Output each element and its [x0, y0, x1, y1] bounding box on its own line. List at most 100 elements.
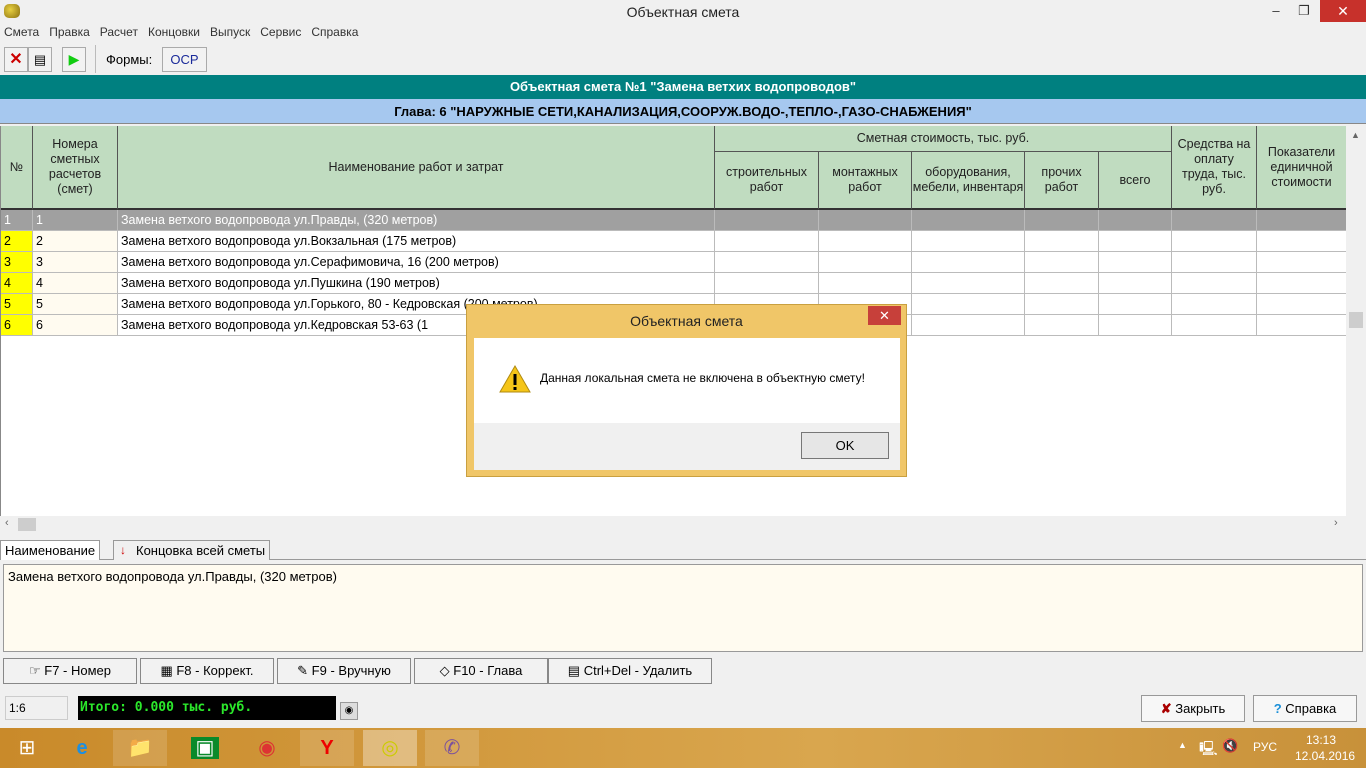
- value-cell[interactable]: [1025, 294, 1099, 315]
- value-cell[interactable]: [1025, 273, 1099, 294]
- store-icon[interactable]: ▣: [178, 730, 232, 766]
- name-cell[interactable]: Замена ветхого водопровода ул.Вокзальная…: [118, 231, 715, 252]
- hscroll-thumb[interactable]: [18, 518, 36, 531]
- calc-number-cell[interactable]: 3: [33, 252, 118, 273]
- value-cell[interactable]: [819, 273, 912, 294]
- clock-date[interactable]: 12.04.2016: [1295, 749, 1355, 763]
- windows-start-icon[interactable]: ⊞: [0, 730, 54, 766]
- value-cell[interactable]: [912, 273, 1025, 294]
- close-button[interactable]: ✘ Закрыть: [1141, 695, 1245, 722]
- app-coins-icon[interactable]: [4, 4, 20, 18]
- value-cell[interactable]: [1172, 273, 1257, 294]
- value-cell[interactable]: [819, 210, 912, 231]
- table-row[interactable]: 3 3 Замена ветхого водопровода ул.Серафимо…: [1, 252, 1347, 273]
- save-document-icon[interactable]: ▤: [28, 47, 52, 72]
- row-num-cell[interactable]: 4: [1, 273, 33, 294]
- f9-manual-button[interactable]: ✎ F9 - Вручную: [277, 658, 411, 684]
- value-cell[interactable]: [1172, 252, 1257, 273]
- col-calc-numbers[interactable]: Номера сметных расчетов (смет): [33, 126, 118, 210]
- row-num-cell[interactable]: 6: [1, 315, 33, 336]
- value-cell[interactable]: [912, 315, 1025, 336]
- value-cell[interactable]: [1257, 273, 1347, 294]
- value-cell[interactable]: [1099, 315, 1172, 336]
- col-total[interactable]: всего: [1099, 152, 1172, 210]
- horizontal-scrollbar[interactable]: ‹ ›: [0, 516, 1346, 533]
- minimize-button[interactable]: –: [1262, 0, 1290, 22]
- col-installation[interactable]: монтажных работ: [819, 152, 912, 210]
- col-unit-cost[interactable]: Показатели единичной стоимости: [1257, 126, 1347, 210]
- value-cell[interactable]: [1257, 294, 1347, 315]
- calc-number-cell[interactable]: 2: [33, 231, 118, 252]
- menu-output[interactable]: Выпуск: [206, 24, 256, 41]
- table-row[interactable]: 1 1 Замена ветхого водопровода ул.Правды, …: [1, 210, 1347, 231]
- value-cell[interactable]: [1257, 231, 1347, 252]
- row-num-cell[interactable]: 1: [1, 210, 33, 231]
- close-window-button[interactable]: ✕: [1320, 0, 1366, 22]
- maximize-button[interactable]: ❐: [1290, 0, 1318, 22]
- row-num-cell[interactable]: 3: [1, 252, 33, 273]
- value-cell[interactable]: [715, 252, 819, 273]
- calc-number-cell[interactable]: 4: [33, 273, 118, 294]
- value-cell[interactable]: [1025, 315, 1099, 336]
- col-num[interactable]: №: [1, 126, 33, 210]
- vertical-scrollbar[interactable]: ▲: [1346, 126, 1366, 516]
- scroll-up-icon[interactable]: ▲: [1351, 130, 1360, 140]
- viber-icon[interactable]: ✆: [425, 730, 479, 766]
- f7-number-button[interactable]: ☞ F7 - Номер: [3, 658, 137, 684]
- name-cell[interactable]: Замена ветхого водопровода ул.Правды, (3…: [118, 210, 715, 231]
- col-construction[interactable]: строительных работ: [715, 152, 819, 210]
- value-cell[interactable]: [1025, 210, 1099, 231]
- tab-endings[interactable]: ↓ Концовка всей сметы: [113, 540, 271, 560]
- row-num-cell[interactable]: 2: [1, 231, 33, 252]
- value-cell[interactable]: [1172, 231, 1257, 252]
- value-cell[interactable]: [1025, 231, 1099, 252]
- value-cell[interactable]: [819, 231, 912, 252]
- tray-expand-icon[interactable]: ▲: [1178, 740, 1187, 750]
- name-cell[interactable]: Замена ветхого водопровода ул.Серафимови…: [118, 252, 715, 273]
- ocp-form-button[interactable]: ОСР: [162, 47, 207, 72]
- value-cell[interactable]: [715, 231, 819, 252]
- calc-number-cell[interactable]: 6: [33, 315, 118, 336]
- calc-number-cell[interactable]: 5: [33, 294, 118, 315]
- value-cell[interactable]: [1099, 294, 1172, 315]
- yandex-icon[interactable]: Y: [300, 730, 354, 766]
- value-cell[interactable]: [1099, 273, 1172, 294]
- help-button[interactable]: ? Справка: [1253, 695, 1357, 722]
- value-cell[interactable]: [1257, 252, 1347, 273]
- calc-number-cell[interactable]: 1: [33, 210, 118, 231]
- value-cell[interactable]: [1025, 252, 1099, 273]
- col-other[interactable]: прочих работ: [1025, 152, 1099, 210]
- internet-explorer-icon[interactable]: e: [55, 730, 109, 766]
- menu-service[interactable]: Сервис: [256, 24, 307, 41]
- f10-chapter-button[interactable]: ◇ F10 - Глава: [414, 658, 548, 684]
- scroll-thumb[interactable]: [1349, 312, 1363, 328]
- clock-time[interactable]: 13:13: [1306, 733, 1336, 747]
- value-cell[interactable]: [1099, 210, 1172, 231]
- name-memo[interactable]: Замена ветхого водопровода ул.Правды, (3…: [3, 564, 1363, 652]
- table-row[interactable]: 4 4 Замена ветхого водопровода ул.Пушкина …: [1, 273, 1347, 294]
- value-cell[interactable]: [1099, 231, 1172, 252]
- value-cell[interactable]: [1172, 315, 1257, 336]
- col-equipment[interactable]: оборудования, мебели, инвентаря: [912, 152, 1025, 210]
- network-icon[interactable]: 🖳: [1199, 738, 1218, 762]
- value-cell[interactable]: [912, 294, 1025, 315]
- volume-muted-icon[interactable]: 🔇: [1222, 738, 1238, 754]
- value-cell[interactable]: [715, 273, 819, 294]
- col-wages[interactable]: Средства на оплату труда, тыс. руб.: [1172, 126, 1257, 210]
- col-name[interactable]: Наименование работ и затрат: [118, 126, 715, 210]
- tab-name[interactable]: Наименование: [0, 540, 101, 560]
- table-row[interactable]: 2 2 Замена ветхого водопровода ул.Вокзальн…: [1, 231, 1347, 252]
- menu-help[interactable]: Справка: [307, 24, 364, 41]
- value-cell[interactable]: [1172, 294, 1257, 315]
- value-cell[interactable]: [1257, 210, 1347, 231]
- smeta-app-icon[interactable]: ◎: [363, 730, 417, 766]
- value-cell[interactable]: [715, 210, 819, 231]
- name-cell[interactable]: Замена ветхого водопровода ул.Пушкина (1…: [118, 273, 715, 294]
- value-cell[interactable]: [912, 231, 1025, 252]
- speaker-icon[interactable]: ◉: [340, 702, 358, 720]
- menu-endings[interactable]: Концовки: [144, 24, 206, 41]
- language-indicator[interactable]: РУС: [1253, 740, 1277, 754]
- value-cell[interactable]: [912, 252, 1025, 273]
- value-cell[interactable]: [1172, 210, 1257, 231]
- row-num-cell[interactable]: 5: [1, 294, 33, 315]
